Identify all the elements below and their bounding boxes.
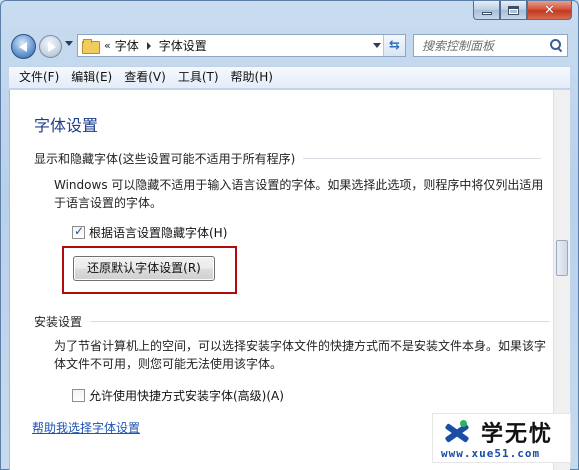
menu-help[interactable]: 帮助(H)	[225, 67, 279, 88]
folder-icon	[82, 38, 100, 54]
shortcut-install-checkbox[interactable]	[72, 389, 85, 402]
scrollbar-thumb[interactable]	[556, 240, 568, 276]
section-divider	[90, 321, 551, 322]
shortcut-install-checkbox-label[interactable]: 允许使用快捷方式安装字体(高级)(A)	[89, 387, 284, 404]
menu-edit[interactable]: 编辑(E)	[65, 67, 118, 88]
menu-tools[interactable]: 工具(T)	[172, 67, 225, 88]
hide-fonts-heading-text: 显示和隐藏字体(这些设置可能不适用于所有程序)	[34, 152, 296, 166]
forward-button[interactable]	[39, 35, 62, 58]
address-dropdown-icon[interactable]	[373, 43, 381, 48]
logo-url: www.xue51.com	[441, 447, 541, 460]
logo-icon	[441, 420, 471, 444]
search-icon[interactable]	[550, 39, 561, 50]
recent-pages-dropdown[interactable]	[65, 41, 73, 46]
forward-arrow-icon	[47, 41, 56, 52]
hide-fonts-checkbox[interactable]	[72, 224, 85, 239]
minimize-icon	[481, 11, 492, 15]
close-icon: ✕	[544, 2, 555, 18]
hide-fonts-checkbox-row[interactable]: 根据语言设置隐藏字体(H)	[72, 224, 227, 241]
refresh-icon: ⇆	[389, 38, 400, 53]
section-divider	[303, 158, 542, 159]
maximize-icon	[508, 5, 519, 15]
install-section-heading: 安装设置	[34, 313, 554, 330]
help-choose-font-settings-link[interactable]: 帮助我选择字体设置	[32, 419, 140, 436]
back-button[interactable]	[11, 34, 36, 59]
menu-bar: 文件(F) 编辑(E) 查看(V) 工具(T) 帮助(H)	[9, 66, 570, 89]
address-bar[interactable]: « 字体 字体设置 ⇆	[77, 34, 406, 57]
back-arrow-icon	[18, 41, 27, 52]
hide-fonts-section-heading: 显示和隐藏字体(这些设置可能不适用于所有程序)	[34, 150, 554, 167]
maximize-button[interactable]	[500, 1, 527, 20]
navigation-bar: « 字体 字体设置 ⇆	[1, 29, 578, 63]
hide-fonts-description: Windows 可以隐藏不适用于输入语言设置的字体。如果选择此选项，则程序中将仅…	[54, 178, 544, 210]
breadcrumb-fonts[interactable]: 字体	[115, 37, 139, 54]
minimize-button[interactable]	[473, 1, 500, 20]
menu-file[interactable]: 文件(F)	[13, 67, 65, 88]
watermark-logo: 学无忧 www.xue51.com	[432, 413, 571, 463]
refresh-button[interactable]: ⇆	[383, 35, 405, 56]
breadcrumb-font-settings[interactable]: 字体设置	[159, 37, 207, 54]
search-box[interactable]	[413, 34, 568, 57]
restore-default-font-settings-button[interactable]: 还原默认字体设置(R)	[73, 256, 215, 281]
search-input[interactable]	[422, 36, 550, 55]
menu-view[interactable]: 查看(V)	[118, 67, 172, 88]
shortcut-install-checkbox-row[interactable]: 允许使用快捷方式安装字体(高级)(A)	[72, 387, 284, 404]
logo-name: 学无忧	[481, 422, 554, 447]
breadcrumb-overflow[interactable]: «	[104, 39, 111, 52]
hide-fonts-checkbox-label[interactable]: 根据语言设置隐藏字体(H)	[89, 224, 227, 241]
page-title: 字体设置	[34, 116, 99, 135]
close-button[interactable]: ✕	[527, 1, 572, 20]
caption-buttons: ✕	[473, 1, 572, 21]
explorer-window: ✕ « 字体 字体设置 ⇆ 文件(F) 编辑(E) 查看(V) 工具(T) 帮助…	[0, 0, 579, 470]
install-description: 为了节省计算机上的空间，可以选择安装字体文件的快捷方式而不是安装文件本身。如果该…	[54, 339, 547, 371]
breadcrumb-arrow-icon[interactable]	[146, 41, 151, 50]
install-heading-text: 安装设置	[34, 315, 83, 329]
